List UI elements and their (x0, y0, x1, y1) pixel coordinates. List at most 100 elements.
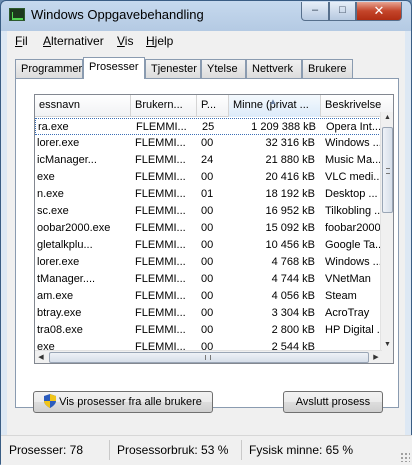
horizontal-scrollbar[interactable]: ◀ ▶ (35, 350, 382, 363)
tab-prosesser[interactable]: Prosesser (83, 57, 145, 79)
cell-memory: 20 416 kB (265, 171, 315, 183)
horizontal-scroll-thumb[interactable] (49, 352, 369, 363)
table-row[interactable]: tra08.exe FLEMMI... 00 2 800 kB HP Digital .… (35, 322, 385, 339)
cell-cpu: 25 (202, 121, 215, 133)
cell-image-name: n.exe (37, 188, 64, 200)
tab-nettverk[interactable]: Nettverk (246, 59, 302, 78)
tab-ytelse[interactable]: Ytelse (201, 59, 246, 78)
menu-help[interactable]: Hjelp (146, 34, 173, 48)
maximize-button[interactable]: □ (329, 2, 356, 21)
cell-cpu: 01 (201, 188, 214, 200)
title-bar[interactable]: Windows Oppgavebehandling – □ ✕ (1, 1, 411, 29)
status-separator (241, 440, 242, 460)
cell-image-name: sc.exe (37, 205, 69, 217)
status-physical-memory: Fysisk minne: 65 % (249, 443, 354, 457)
cell-image-name: gletalkplu... (37, 239, 93, 251)
cell-image-name: icManager... (37, 154, 97, 166)
cell-image-name: tra08.exe (37, 324, 83, 336)
process-list[interactable]: essnavn Brukern... P... ▲ Minne (privat .… (34, 94, 394, 364)
column-header-row: essnavn Brukern... P... ▲ Minne (privat .… (35, 95, 393, 117)
processes-panel: essnavn Brukern... P... ▲ Minne (privat .… (15, 78, 399, 408)
process-rows: ra.exe FLEMMI... 25 1 209 388 kB Opera Int..… (35, 118, 385, 363)
cell-description: Music Ma... (325, 154, 382, 166)
cell-cpu: 00 (201, 324, 214, 336)
close-button[interactable]: ✕ (356, 2, 402, 21)
cell-image-name: lorer.exe (37, 256, 80, 268)
cell-image-name: exe (37, 171, 55, 183)
cell-user-name: FLEMMI... (135, 154, 186, 166)
cell-user-name: FLEMMI... (135, 222, 186, 234)
table-row[interactable]: ra.exe FLEMMI... 25 1 209 388 kB Opera Int..… (35, 118, 383, 135)
cell-cpu: 00 (201, 205, 214, 217)
status-cpu-usage: Prosessorbruk: 53 % (117, 443, 229, 457)
cell-memory: 4 056 kB (271, 290, 315, 302)
tab-tjenester[interactable]: Tjenester (145, 59, 201, 78)
cell-cpu: 00 (201, 239, 214, 251)
vertical-scroll-thumb[interactable] (382, 127, 393, 213)
table-row[interactable]: lorer.exe FLEMMI... 00 32 316 kB Windows ... (35, 135, 383, 152)
table-row[interactable]: tManager.... FLEMMI... 00 4 744 kB VNetMan (35, 271, 383, 288)
table-row[interactable]: icManager... FLEMMI... 24 21 880 kB Music Ma… (35, 152, 383, 169)
cell-user-name: FLEMMI... (135, 188, 186, 200)
cell-cpu: 24 (201, 154, 214, 166)
tab-strip: Programmer Prosesser Tjenester Ytelse Ne… (15, 57, 399, 79)
cell-cpu: 00 (201, 273, 214, 285)
scroll-right-icon[interactable]: ▶ (371, 353, 381, 361)
cell-description: foobar2000 (325, 222, 381, 234)
cell-cpu: 00 (201, 171, 214, 183)
cell-user-name: FLEMMI... (135, 273, 186, 285)
tab-programmer[interactable]: Programmer (15, 59, 83, 78)
scroll-up-icon[interactable]: ▲ (381, 114, 393, 121)
scroll-left-icon[interactable]: ◀ (36, 353, 46, 361)
table-row[interactable]: lorer.exe FLEMMI... 00 4 768 kB Windows ... (35, 254, 383, 271)
status-processes: Prosesser: 78 (9, 443, 84, 457)
client-area: Fil Alternativer Vis Hjelp Programmer Pr… (7, 31, 405, 459)
cell-memory: 1 209 388 kB (251, 121, 316, 133)
table-row[interactable]: oobar2000.exe FLEMMI... 00 15 092 kB foobar2… (35, 220, 383, 237)
header-memory[interactable]: ▲ Minne (privat ... (229, 95, 321, 117)
header-user-name[interactable]: Brukern... (131, 95, 197, 117)
cell-cpu: 00 (201, 222, 214, 234)
menu-bar: Fil Alternativer Vis Hjelp (7, 31, 405, 51)
cell-description: Google Ta... (325, 239, 385, 251)
cell-memory: 15 092 kB (265, 222, 315, 234)
end-process-button[interactable]: Avslutt prosess (283, 391, 383, 413)
table-row[interactable]: btray.exe FLEMMI... 00 3 304 kB AcroTray (35, 305, 383, 322)
header-image-name[interactable]: essnavn (35, 95, 131, 117)
cell-description: Desktop ... (325, 188, 378, 200)
show-all-processes-button[interactable]: Vis prosesser fra alle brukere (33, 391, 213, 413)
window-title: Windows Oppgavebehandling (31, 7, 204, 22)
menu-view[interactable]: Vis (117, 34, 133, 48)
cell-description: Tilkobling ... (325, 205, 384, 217)
cell-memory: 2 800 kB (271, 324, 315, 336)
cell-user-name: FLEMMI... (135, 290, 186, 302)
vertical-scrollbar[interactable]: ▲ ▼ (380, 112, 393, 363)
cell-user-name: FLEMMI... (135, 171, 186, 183)
menu-file[interactable]: Fil (15, 34, 28, 48)
cell-image-name: am.exe (37, 290, 74, 302)
cell-memory: 32 316 kB (265, 137, 315, 149)
scroll-down-icon[interactable]: ▼ (381, 341, 393, 348)
cell-memory: 4 744 kB (271, 273, 315, 285)
resize-grip-icon[interactable] (400, 452, 410, 462)
menu-options[interactable]: Alternativer (43, 34, 104, 48)
cell-image-name: lorer.exe (37, 137, 80, 149)
table-row[interactable]: exe FLEMMI... 00 20 416 kB VLC medi... (35, 169, 383, 186)
uac-shield-icon (44, 394, 57, 409)
cell-description: VLC medi... (325, 171, 383, 183)
table-row[interactable]: gletalkplu... FLEMMI... 00 10 456 kB Google … (35, 237, 385, 254)
cell-description: VNetMan (325, 273, 371, 285)
sort-arrow-icon: ▲ (269, 97, 277, 106)
grip-icon (205, 355, 211, 360)
minimize-button[interactable]: – (301, 2, 329, 21)
cell-image-name: oobar2000.exe (37, 222, 111, 234)
cell-image-name: tManager.... (37, 273, 96, 285)
table-row[interactable]: sc.exe FLEMMI... 00 16 952 kB Tilkobling ... (35, 203, 383, 220)
tab-brukere[interactable]: Brukere (302, 59, 353, 78)
cell-memory: 4 768 kB (271, 256, 315, 268)
cell-user-name: FLEMMI... (135, 239, 186, 251)
header-cpu[interactable]: P... (197, 95, 229, 117)
table-row[interactable]: n.exe FLEMMI... 01 18 192 kB Desktop ... (35, 186, 383, 203)
table-row[interactable]: am.exe FLEMMI... 00 4 056 kB Steam (35, 288, 383, 305)
cell-image-name: btray.exe (37, 307, 82, 319)
